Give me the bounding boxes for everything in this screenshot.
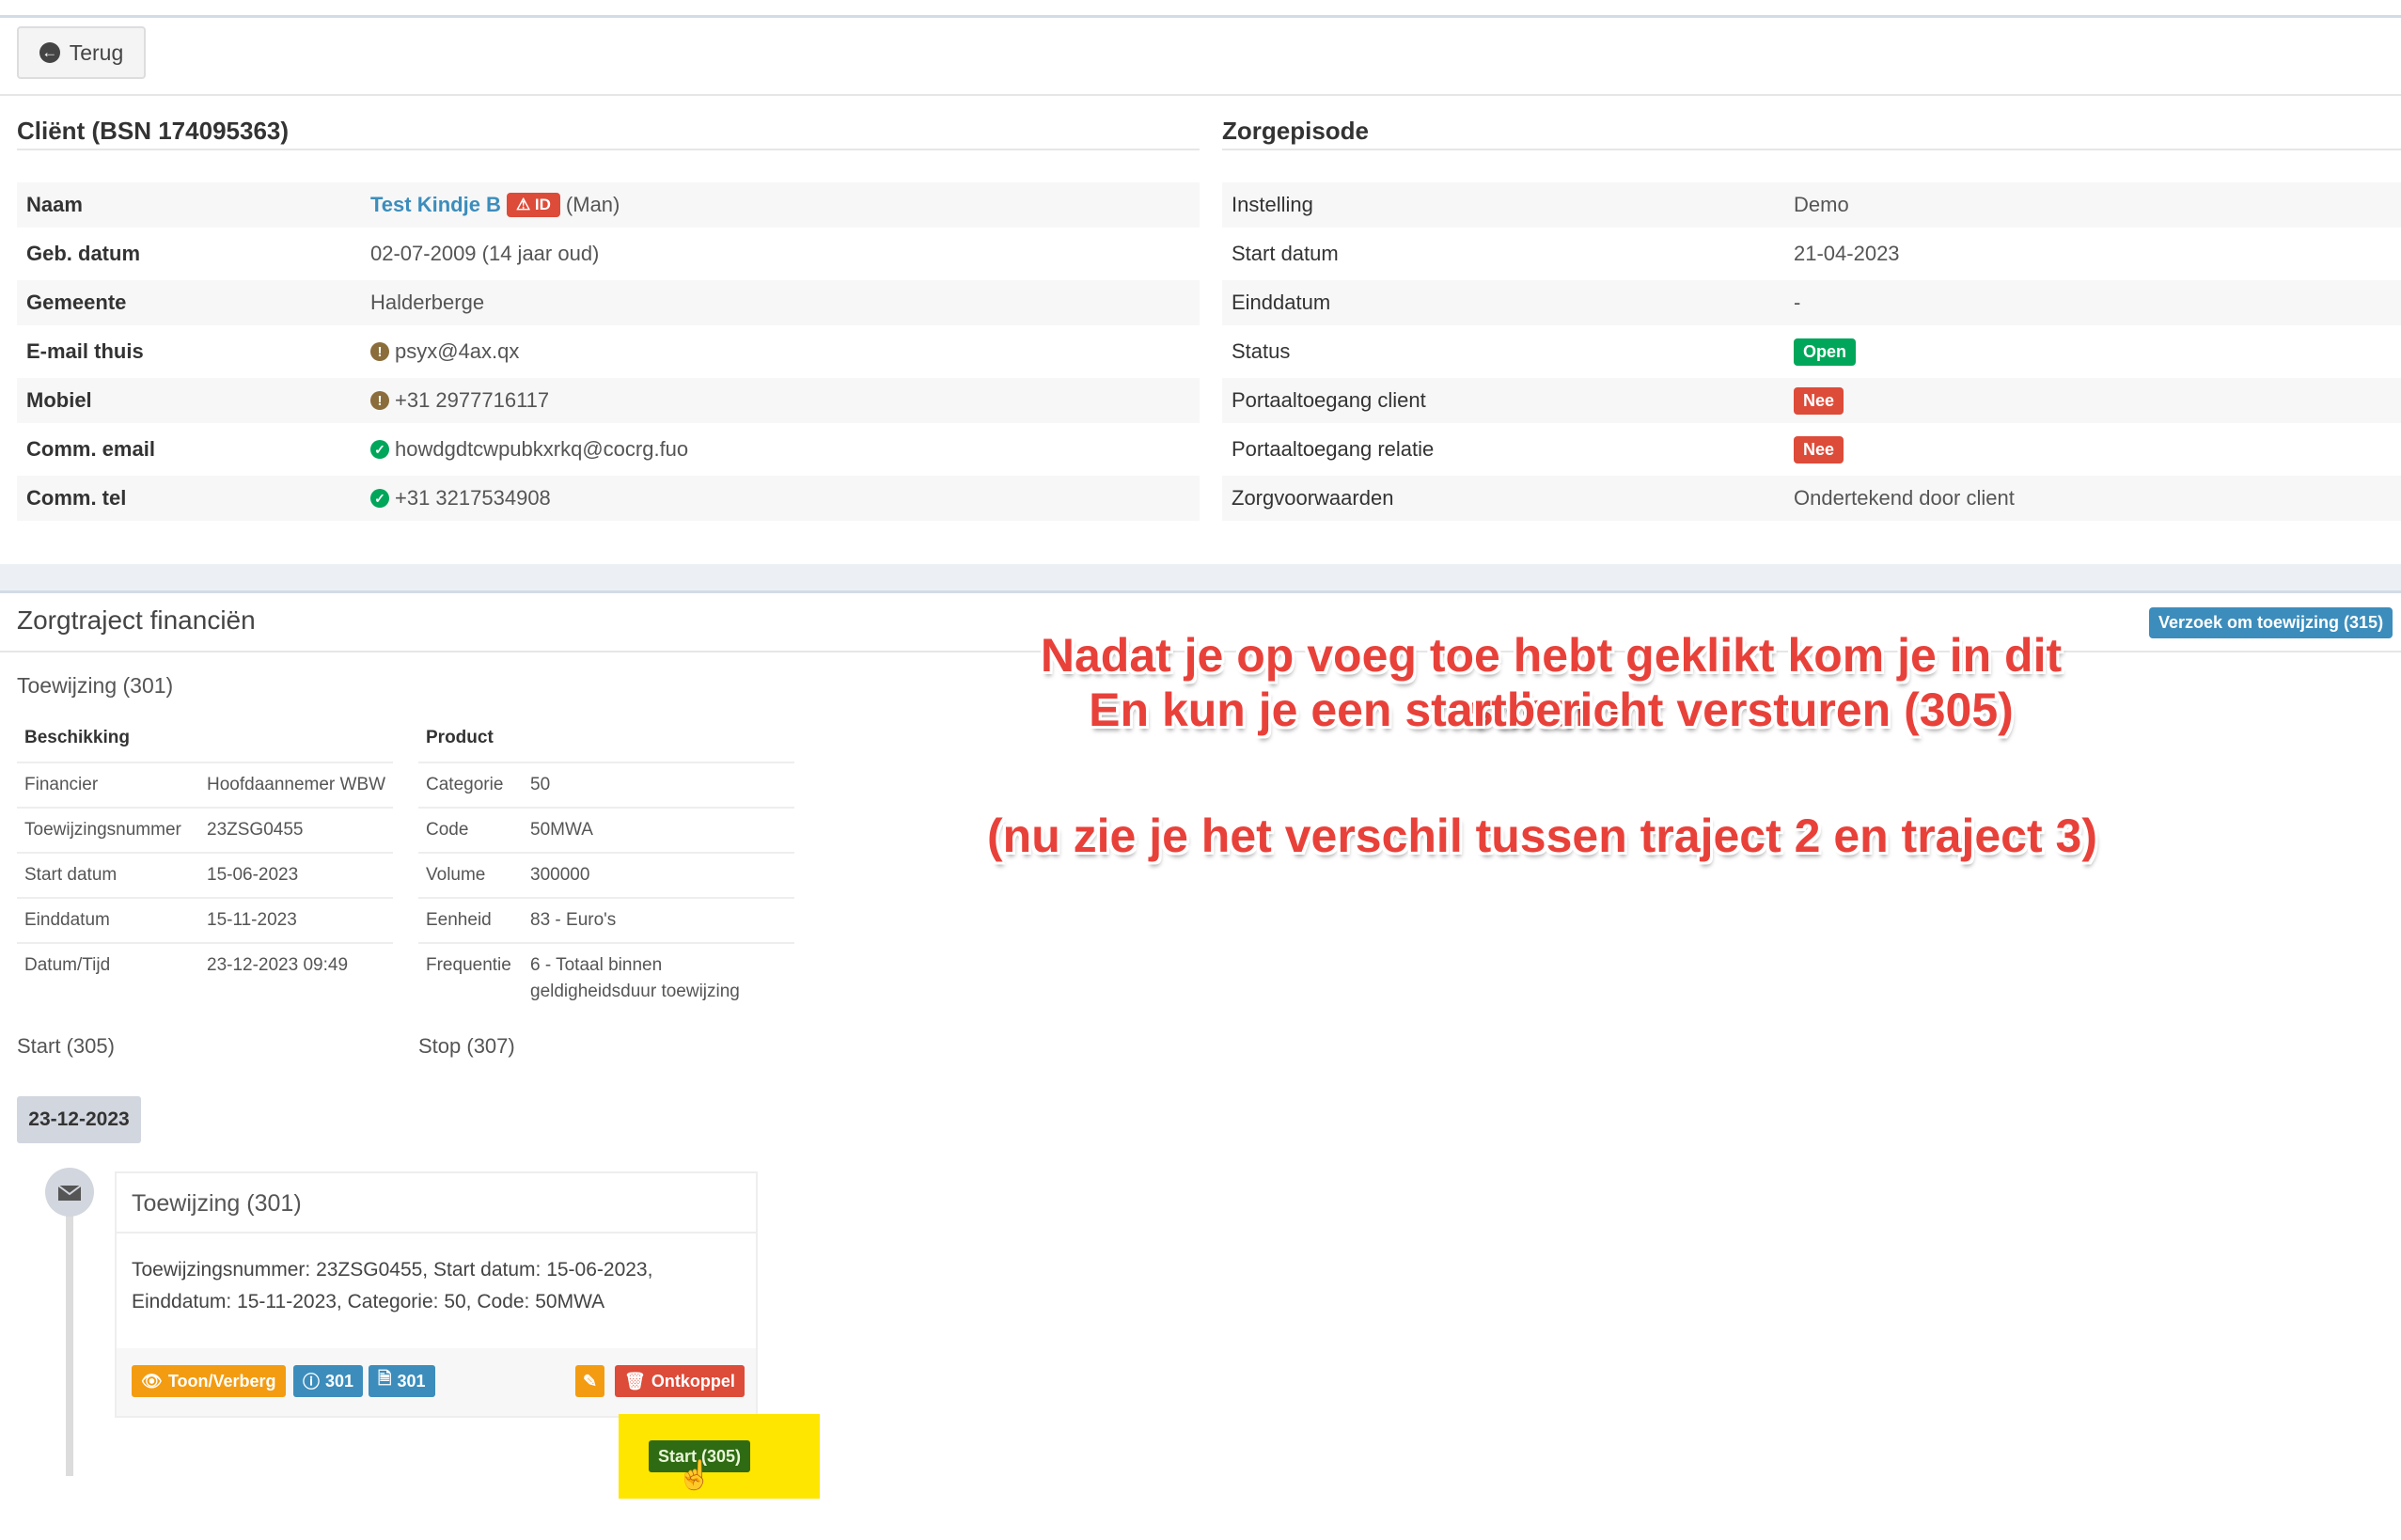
client-row-comm-email: Comm. email ✓ howdgdtcwpubkxrkq@cocrg.fu… [17, 427, 1200, 472]
table-row: Code 50MWA [418, 807, 794, 854]
episode-value: 21-04-2023 [1794, 242, 1900, 265]
pdf-301-button[interactable]: 🗎 301 [369, 1365, 435, 1397]
gender-label: (Man) [565, 193, 620, 216]
pencil-icon: ✎ [583, 1371, 598, 1391]
section-separator [0, 564, 2401, 593]
table-row: Start datum 15-06-2023 [17, 852, 393, 899]
portal-relation-badge: Nee [1794, 435, 1844, 464]
client-label: Naam [26, 193, 83, 216]
client-name-link[interactable]: Test Kindje B [370, 193, 501, 217]
episode-row-einddatum: Einddatum - [1222, 280, 2401, 325]
hand-pointer-icon: ☝ [677, 1460, 713, 1491]
client-label: Mobiel [26, 388, 92, 412]
client-row-naam: Naam Test Kindje B ⚠ ID (Man) [17, 182, 1200, 228]
episode-label: Start datum [1232, 242, 1339, 265]
client-value: ✓ +31 3217534908 [370, 486, 551, 511]
envelope-icon [45, 1168, 94, 1217]
client-row-mobiel: Mobiel ! +31 2977716117 [17, 378, 1200, 423]
status-badge: Open [1794, 338, 1857, 366]
timeline-card: Toewijzing (301) Toewijzingsnummer: 23ZS… [115, 1171, 758, 1418]
episode-value: - [1794, 291, 1801, 314]
check-icon: ✓ [370, 489, 389, 508]
client-row-comm-tel: Comm. tel ✓ +31 3217534908 [17, 476, 1200, 521]
episode-row-zorgvoorwaarden: Zorgvoorwaarden Ondertekend door client [1222, 476, 2401, 521]
eye-icon: 👁 [141, 1371, 163, 1391]
episode-value: Ondertekend door client [1794, 486, 2015, 510]
warning-icon: ! [370, 391, 389, 410]
episode-value: Demo [1794, 193, 1849, 216]
unlink-button[interactable]: 🗑 Ontkoppel [615, 1365, 745, 1397]
episode-label: Zorgvoorwaarden [1232, 486, 1394, 510]
episode-title-divider [1222, 149, 2401, 150]
check-icon: ✓ [370, 440, 389, 459]
client-label: Gemeente [26, 291, 127, 314]
episode-label: Portaaltoegang client [1232, 388, 1426, 412]
warning-icon: ! [370, 342, 389, 361]
timeline-line [66, 1175, 73, 1476]
table-row: Financier Hoofdaannemer WBW [17, 762, 393, 809]
top-border [0, 0, 2401, 18]
client-label: Comm. tel [26, 486, 127, 510]
annotation-line-2: En kun je een startbericht versturen (30… [1089, 684, 2014, 736]
episode-row-portaal-client: Portaaltoegang client Nee [1222, 378, 2401, 423]
back-button-label: Terug [69, 39, 124, 65]
card-title: Toewijzing (301) [132, 1190, 302, 1217]
episode-row-status: Status Open [1222, 329, 2401, 374]
id-warning-badge[interactable]: ⚠ ID [506, 193, 560, 217]
arrow-left-circle-icon: ← [39, 42, 60, 63]
table-row: Categorie 50 [418, 762, 794, 809]
stop-label: Stop (307) [418, 1034, 515, 1058]
warning-triangle-icon: ⚠ [515, 196, 535, 213]
client-label: Comm. email [26, 437, 155, 461]
beschikking-header: Beschikking [24, 728, 130, 747]
start-label: Start (305) [17, 1034, 115, 1058]
trash-icon: 🗑 [624, 1371, 646, 1391]
client-label: E-mail thuis [26, 339, 144, 363]
episode-label: Portaaltoegang relatie [1232, 437, 1435, 461]
timeline-date-label: 23-12-2023 [17, 1096, 141, 1143]
portal-client-badge: Nee [1794, 386, 1844, 415]
divider [0, 94, 2401, 96]
allocation-label: Toewijzing (301) [17, 673, 174, 698]
client-value: ✓ howdgdtcwpubkxrkq@cocrg.fuo [370, 437, 688, 462]
episode-label: Status [1232, 339, 1291, 363]
table-row: Volume 300000 [418, 852, 794, 899]
info-301-button[interactable]: ⓘ 301 [293, 1365, 364, 1397]
client-label: Geb. datum [26, 242, 141, 265]
table-row: Toewijzingsnummer 23ZSG0455 [17, 807, 393, 854]
info-icon: ⓘ [303, 1373, 320, 1391]
table-row: Datum/Tijd 23-12-2023 09:49 [17, 942, 393, 989]
client-title-divider [17, 149, 1200, 150]
client-value: 02-07-2009 (14 jaar oud) [370, 242, 600, 265]
table-row: Eenheid 83 - Euro's [418, 897, 794, 944]
table-row: Einddatum 15-11-2023 [17, 897, 393, 944]
card-body: Toewijzingsnummer: 23ZSG0455, Start datu… [132, 1259, 653, 1312]
client-value: Halderberge [370, 291, 485, 314]
client-value: Test Kindje B ⚠ ID (Man) [370, 193, 620, 217]
client-value: ! +31 2977716117 [370, 388, 549, 413]
toggle-button[interactable]: 👁 Toon/Verberg [132, 1365, 286, 1397]
episode-label: Instelling [1232, 193, 1313, 216]
back-button[interactable]: ← Terug [17, 26, 146, 79]
file-pdf-icon: 🗎 [378, 1369, 392, 1388]
episode-row-instelling: Instelling Demo [1222, 182, 2401, 228]
client-row-email-thuis: E-mail thuis ! psyx@4ax.qx [17, 329, 1200, 374]
episode-row-start-datum: Start datum 21-04-2023 [1222, 231, 2401, 276]
client-row-geb-datum: Geb. datum 02-07-2009 (14 jaar oud) [17, 231, 1200, 276]
client-value: ! psyx@4ax.qx [370, 339, 519, 364]
episode-row-portaal-relatie: Portaaltoegang relatie Nee [1222, 427, 2401, 472]
client-row-gemeente: Gemeente Halderberge [17, 280, 1200, 325]
episode-title: Zorgepisode [1222, 117, 1370, 145]
card-divider [117, 1232, 756, 1234]
episode-label: Einddatum [1232, 291, 1331, 314]
request-allocation-button[interactable]: Verzoek om toewijzing (315) [2149, 607, 2393, 638]
finance-title: Zorgtraject financiën [17, 605, 256, 635]
annotation-line-3: (nu zie je het verschil tussen traject 2… [987, 809, 2097, 862]
table-row: Frequentie 6 - Totaal binnen geldigheids… [418, 942, 794, 1010]
client-title: Cliënt (BSN 174095363) [17, 117, 290, 145]
product-header: Product [426, 728, 494, 747]
edit-button[interactable]: ✎ [575, 1365, 605, 1397]
